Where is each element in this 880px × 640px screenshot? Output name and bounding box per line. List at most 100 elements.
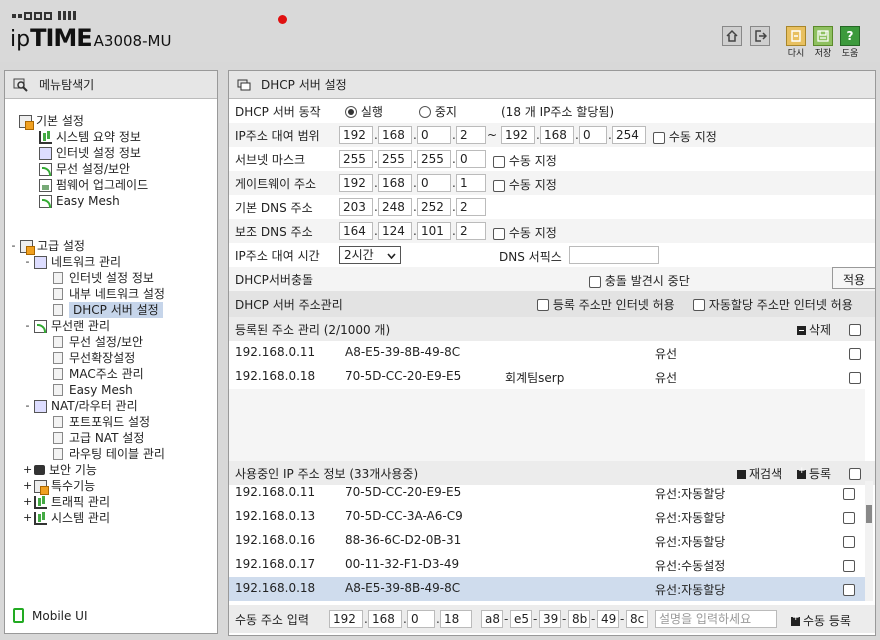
row-checkbox[interactable]	[849, 370, 861, 384]
refresh-button[interactable]	[786, 26, 806, 46]
manual-ip-4[interactable]: 18	[440, 610, 472, 628]
checkbox-icon[interactable]	[849, 347, 861, 360]
tree-advanced-settings[interactable]: - 고급 설정	[9, 238, 85, 255]
checkbox-icon[interactable]	[693, 299, 705, 311]
dns1-2[interactable]: 248	[378, 198, 412, 216]
manual-ip-2[interactable]: 168	[368, 610, 402, 628]
checkbox-icon[interactable]	[849, 323, 861, 336]
sidebar-item-firmware[interactable]: 펌웨어 업그레이드	[39, 177, 148, 193]
expand-icon[interactable]: +	[23, 478, 32, 494]
checkbox-icon[interactable]	[493, 227, 505, 240]
help-button[interactable]: ?	[840, 26, 860, 46]
sidebar-item-internet-setting[interactable]: 인터넷 설정 정보	[53, 270, 154, 286]
end-ip-2[interactable]: 168	[540, 126, 574, 144]
select-all-inuse[interactable]	[849, 466, 861, 480]
checkbox-icon[interactable]	[843, 583, 855, 596]
subnet-manual-checkbox[interactable]: 수동 지정	[493, 152, 557, 169]
checkbox-icon[interactable]	[493, 155, 505, 168]
end-ip-4[interactable]: 254	[612, 126, 646, 144]
manual-ip-1[interactable]: 192	[329, 610, 363, 628]
expand-icon[interactable]: +	[23, 494, 32, 510]
gateway-1[interactable]: 192	[339, 174, 373, 192]
sidebar-item-advanced-nat[interactable]: 고급 NAT 설정	[53, 430, 144, 446]
collapse-icon[interactable]: -	[23, 318, 32, 334]
manual-mac-2[interactable]: e5	[510, 610, 532, 628]
checkbox-icon[interactable]	[843, 487, 855, 500]
manual-desc-input[interactable]: 설명을 입력하세요	[655, 610, 777, 628]
scrollbar-thumb[interactable]	[866, 505, 872, 523]
table-row[interactable]: 192.168.0.11 A8-E5-39-8B-49-8C 유선	[229, 341, 865, 365]
dns1-4[interactable]: 2	[456, 198, 486, 216]
sidebar-item-lan-setting[interactable]: 내부 네트워크 설정	[53, 286, 165, 302]
dns2-4[interactable]: 2	[456, 222, 486, 240]
lease-time-select[interactable]: 2시간	[339, 246, 401, 264]
tree-system[interactable]: + 시스템 관리	[23, 510, 110, 526]
sidebar-item-easymesh-basic[interactable]: Easy Mesh	[39, 193, 120, 209]
row-checkbox[interactable]	[843, 582, 855, 596]
dns2-3[interactable]: 101	[417, 222, 451, 240]
row-checkbox[interactable]	[843, 534, 855, 548]
checkbox-icon[interactable]	[849, 467, 861, 480]
table-row[interactable]: 192.168.0.17 00-11-32-F1-D3-49 유선:수동설정	[229, 553, 865, 577]
collapse-icon[interactable]: -	[23, 254, 32, 270]
end-ip-1[interactable]: 192	[501, 126, 535, 144]
manual-mac-1[interactable]: a8	[481, 610, 503, 628]
stop-radio[interactable]: 중지	[419, 103, 457, 120]
tree-wireless-management[interactable]: - 무선랜 관리	[23, 318, 111, 334]
checkbox-icon[interactable]	[537, 299, 549, 311]
sidebar-item-dhcp-server[interactable]: DHCP 서버 설정	[53, 302, 163, 318]
apply-button[interactable]: 적용	[832, 267, 875, 289]
row-checkbox[interactable]	[843, 558, 855, 572]
subnet-3[interactable]: 255	[417, 150, 451, 168]
row-checkbox[interactable]	[849, 346, 861, 360]
dns2-manual-checkbox[interactable]: 수동 지정	[493, 224, 557, 241]
sidebar-item-system-summary[interactable]: 시스템 요약 정보	[39, 129, 141, 145]
gateway-3[interactable]: 0	[417, 174, 451, 192]
lease-manual-checkbox[interactable]: 수동 지정	[653, 128, 717, 145]
conflict-stop-checkbox[interactable]: 충돌 발견시 중단	[589, 272, 690, 289]
table-row-selected[interactable]: 192.168.0.18 A8-E5-39-8B-49-8C 유선:자동할당	[229, 577, 865, 601]
dns1-3[interactable]: 252	[417, 198, 451, 216]
dns1-1[interactable]: 203	[339, 198, 373, 216]
checkbox-icon[interactable]	[589, 275, 601, 288]
collapse-icon[interactable]: -	[9, 238, 18, 254]
dns2-1[interactable]: 164	[339, 222, 373, 240]
sidebar-item-easymesh-adv[interactable]: Easy Mesh	[53, 382, 133, 398]
checkbox-icon[interactable]	[843, 535, 855, 548]
collapse-icon[interactable]: -	[23, 398, 32, 414]
checkbox-icon[interactable]	[843, 559, 855, 572]
gateway-manual-checkbox[interactable]: 수동 지정	[493, 176, 557, 193]
manual-mac-6[interactable]: 8c	[626, 610, 648, 628]
subnet-2[interactable]: 255	[378, 150, 412, 168]
logout-button[interactable]	[750, 26, 770, 46]
tree-network-management[interactable]: - 네트워크 관리	[23, 254, 122, 270]
sidebar-item-wireless-extend[interactable]: 무선확장설정	[53, 350, 135, 366]
sidebar-item-routing-table[interactable]: 라우팅 테이블 관리	[53, 446, 165, 462]
start-ip-4[interactable]: 2	[456, 126, 486, 144]
mobile-ui-link[interactable]: Mobile UI	[13, 608, 88, 623]
expand-icon[interactable]: +	[23, 510, 32, 526]
sidebar-item-mac-management[interactable]: MAC주소 관리	[53, 366, 144, 382]
tree-basic-settings[interactable]: 기본 설정	[19, 113, 84, 130]
manual-ip-3[interactable]: 0	[407, 610, 435, 628]
select-all-registered[interactable]	[849, 322, 861, 336]
subnet-1[interactable]: 255	[339, 150, 373, 168]
auto-only-checkbox[interactable]: 자동할당 주소만 인터넷 허용	[693, 296, 853, 313]
gateway-2[interactable]: 168	[378, 174, 412, 192]
rescan-button[interactable]: 재검색	[737, 465, 782, 482]
dns-suffix-input[interactable]	[569, 246, 659, 264]
dns2-2[interactable]: 124	[378, 222, 412, 240]
save-button[interactable]	[813, 26, 833, 46]
tree-security[interactable]: + 보안 기능	[23, 462, 97, 478]
checkbox-icon[interactable]	[849, 371, 861, 384]
radio-off-icon[interactable]	[419, 106, 431, 118]
run-radio[interactable]: 실행	[345, 103, 383, 120]
manual-register-button[interactable]: 수동 등록	[791, 612, 851, 629]
home-button[interactable]	[722, 26, 742, 46]
tree-nat-router[interactable]: - NAT/라우터 관리	[23, 398, 138, 414]
manual-mac-3[interactable]: 39	[539, 610, 561, 628]
delete-button[interactable]: 삭제	[797, 321, 831, 338]
registered-only-checkbox[interactable]: 등록 주소만 인터넷 허용	[537, 296, 675, 313]
end-ip-3[interactable]: 0	[579, 126, 607, 144]
checkbox-icon[interactable]	[493, 179, 505, 192]
